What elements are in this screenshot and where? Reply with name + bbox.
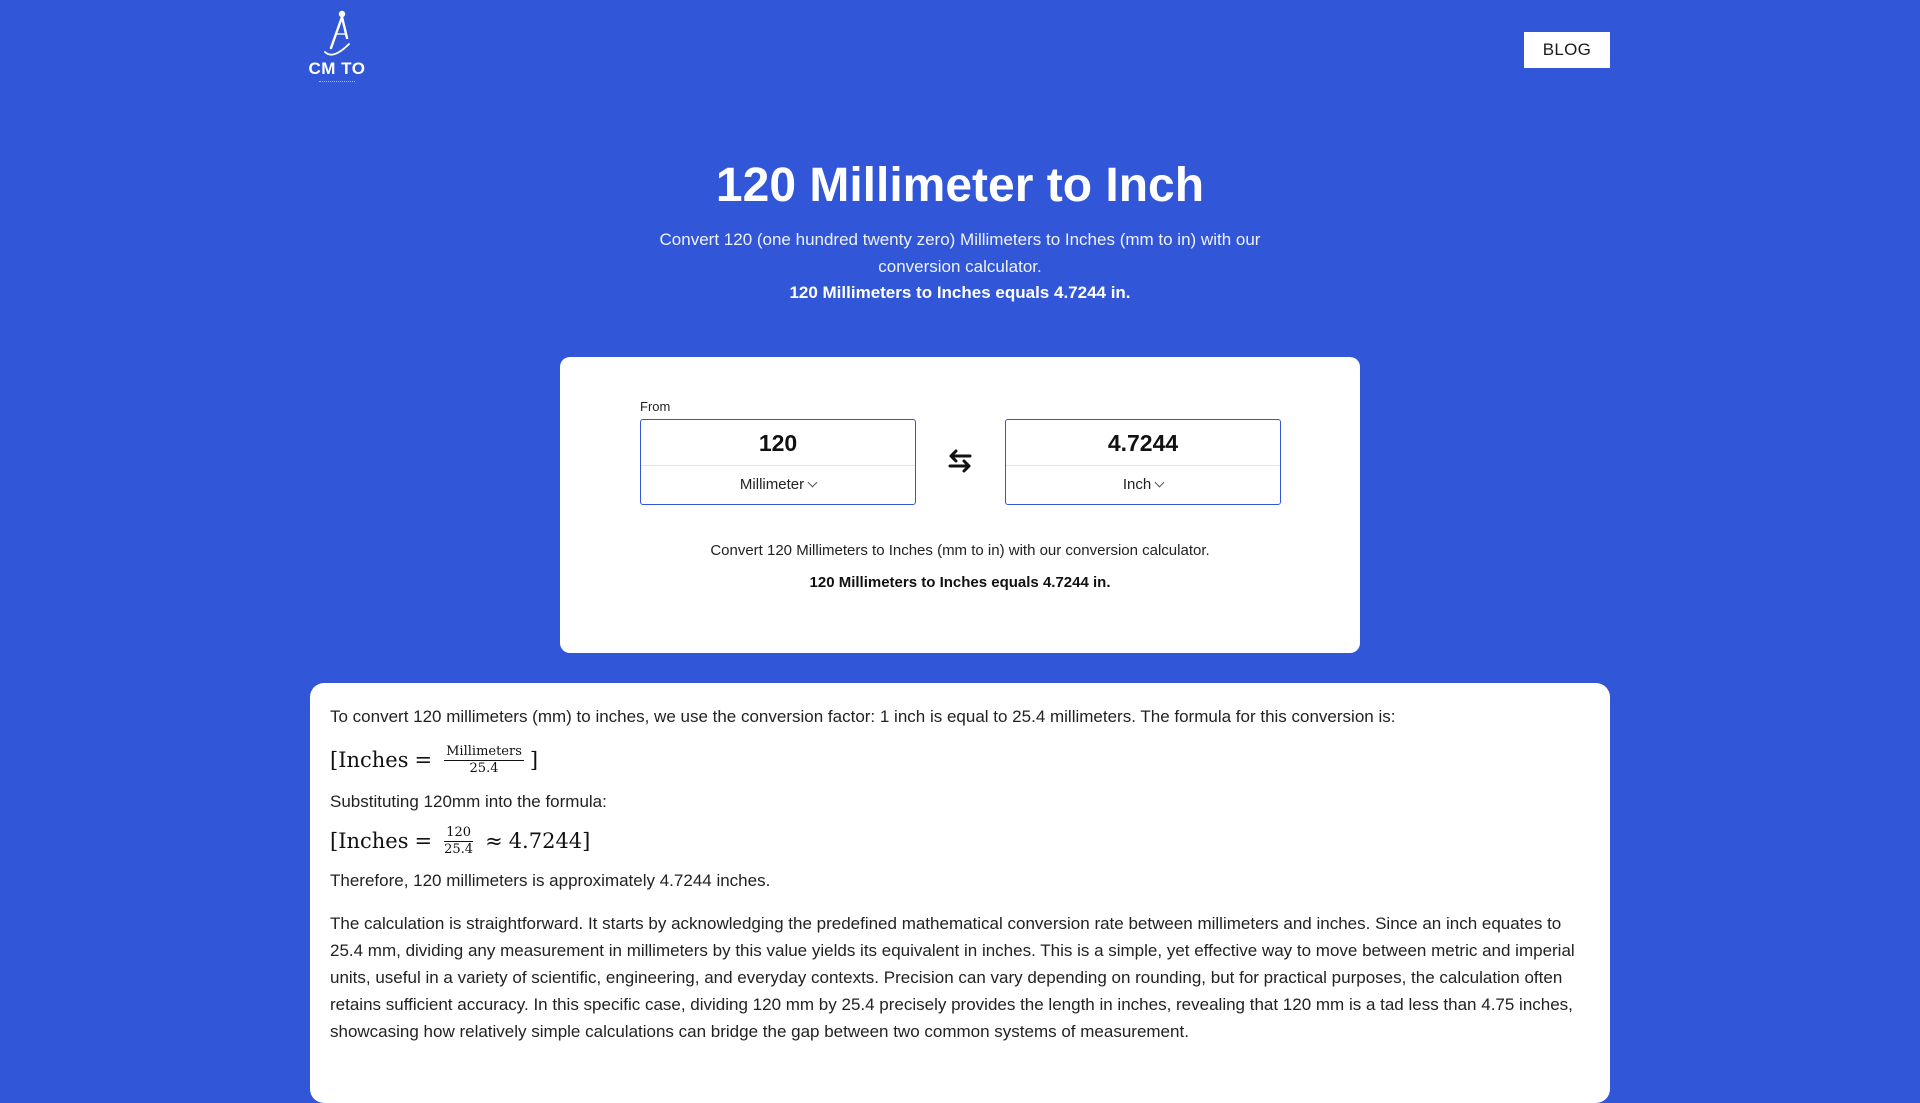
- formula-numerator: Millimeters: [444, 743, 524, 761]
- formula-denominator: 25.4: [469, 760, 499, 776]
- swap-arrows-icon: [948, 449, 972, 473]
- formula-bracket-close: ]: [529, 747, 539, 772]
- formula-equals: =: [414, 828, 433, 853]
- hero-description: Convert 120 (one hundred twenty zero) Mi…: [659, 230, 1261, 276]
- to-unit-select[interactable]: Inch: [1006, 466, 1280, 504]
- article-explanation: The calculation is straightforward. It s…: [330, 914, 1575, 1041]
- converter-result: 120 Millimeters to Inches equals 4.7244 …: [809, 574, 1111, 591]
- formula-general: [ Inches = Millimeters 25.4 ]: [330, 740, 1590, 780]
- formula-substituted: [ Inches = 120 25.4 ≈ 4.7244 ]: [330, 821, 1590, 861]
- from-unit-select[interactable]: Millimeter: [641, 466, 915, 504]
- to-unit-label: Inch: [1122, 476, 1152, 493]
- from-label: From: [640, 399, 671, 414]
- from-value-input[interactable]: [641, 420, 915, 466]
- page-title: 120 Millimeter to Inch: [715, 159, 1205, 212]
- logo-divider: [319, 81, 355, 83]
- swap-button[interactable]: [944, 445, 976, 477]
- article-substituting: Substituting 120mm into the formula:: [330, 792, 607, 811]
- from-unit-box: Millimeter: [640, 419, 916, 505]
- chevron-down-icon: [1154, 477, 1165, 488]
- to-value-input[interactable]: [1006, 420, 1280, 466]
- converter-description: Convert 120 Millimeters to Inches (mm to…: [710, 542, 1210, 559]
- formula-lhs: Inches: [338, 828, 409, 853]
- formula-equals: =: [414, 747, 433, 772]
- formula-bracket-close: ]: [582, 828, 591, 853]
- chevron-down-icon: [807, 477, 818, 488]
- converter-card: From Millimeter Inch Convert 120 Millime…: [560, 357, 1360, 653]
- formula-denominator: 25.4: [444, 841, 474, 857]
- formula-bracket-open: [: [330, 828, 339, 853]
- to-unit-box: Inch: [1005, 419, 1281, 505]
- formula-fraction: 120 25.4: [444, 824, 474, 857]
- from-unit-label: Millimeter: [739, 476, 805, 493]
- article-intro: To convert 120 millimeters (mm) to inche…: [330, 707, 1396, 726]
- site-logo[interactable]: CM TO: [306, 8, 368, 88]
- article-content: To convert 120 millimeters (mm) to inche…: [310, 683, 1610, 1103]
- formula-lhs: Inches: [338, 747, 409, 772]
- formula-result: 4.7244: [508, 828, 583, 853]
- article-therefore: Therefore, 120 millimeters is approximat…: [330, 871, 771, 890]
- compass-icon: [324, 10, 350, 56]
- formula-fraction: Millimeters 25.4: [444, 743, 524, 776]
- formula-numerator: 120: [444, 824, 474, 842]
- hero-result: 120 Millimeters to Inches equals 4.7244 …: [789, 283, 1131, 302]
- blog-button[interactable]: BLOG: [1524, 32, 1610, 68]
- logo-text: CM TO: [308, 59, 366, 78]
- formula-bracket-open: [: [330, 747, 339, 772]
- formula-approx: ≈: [485, 828, 503, 853]
